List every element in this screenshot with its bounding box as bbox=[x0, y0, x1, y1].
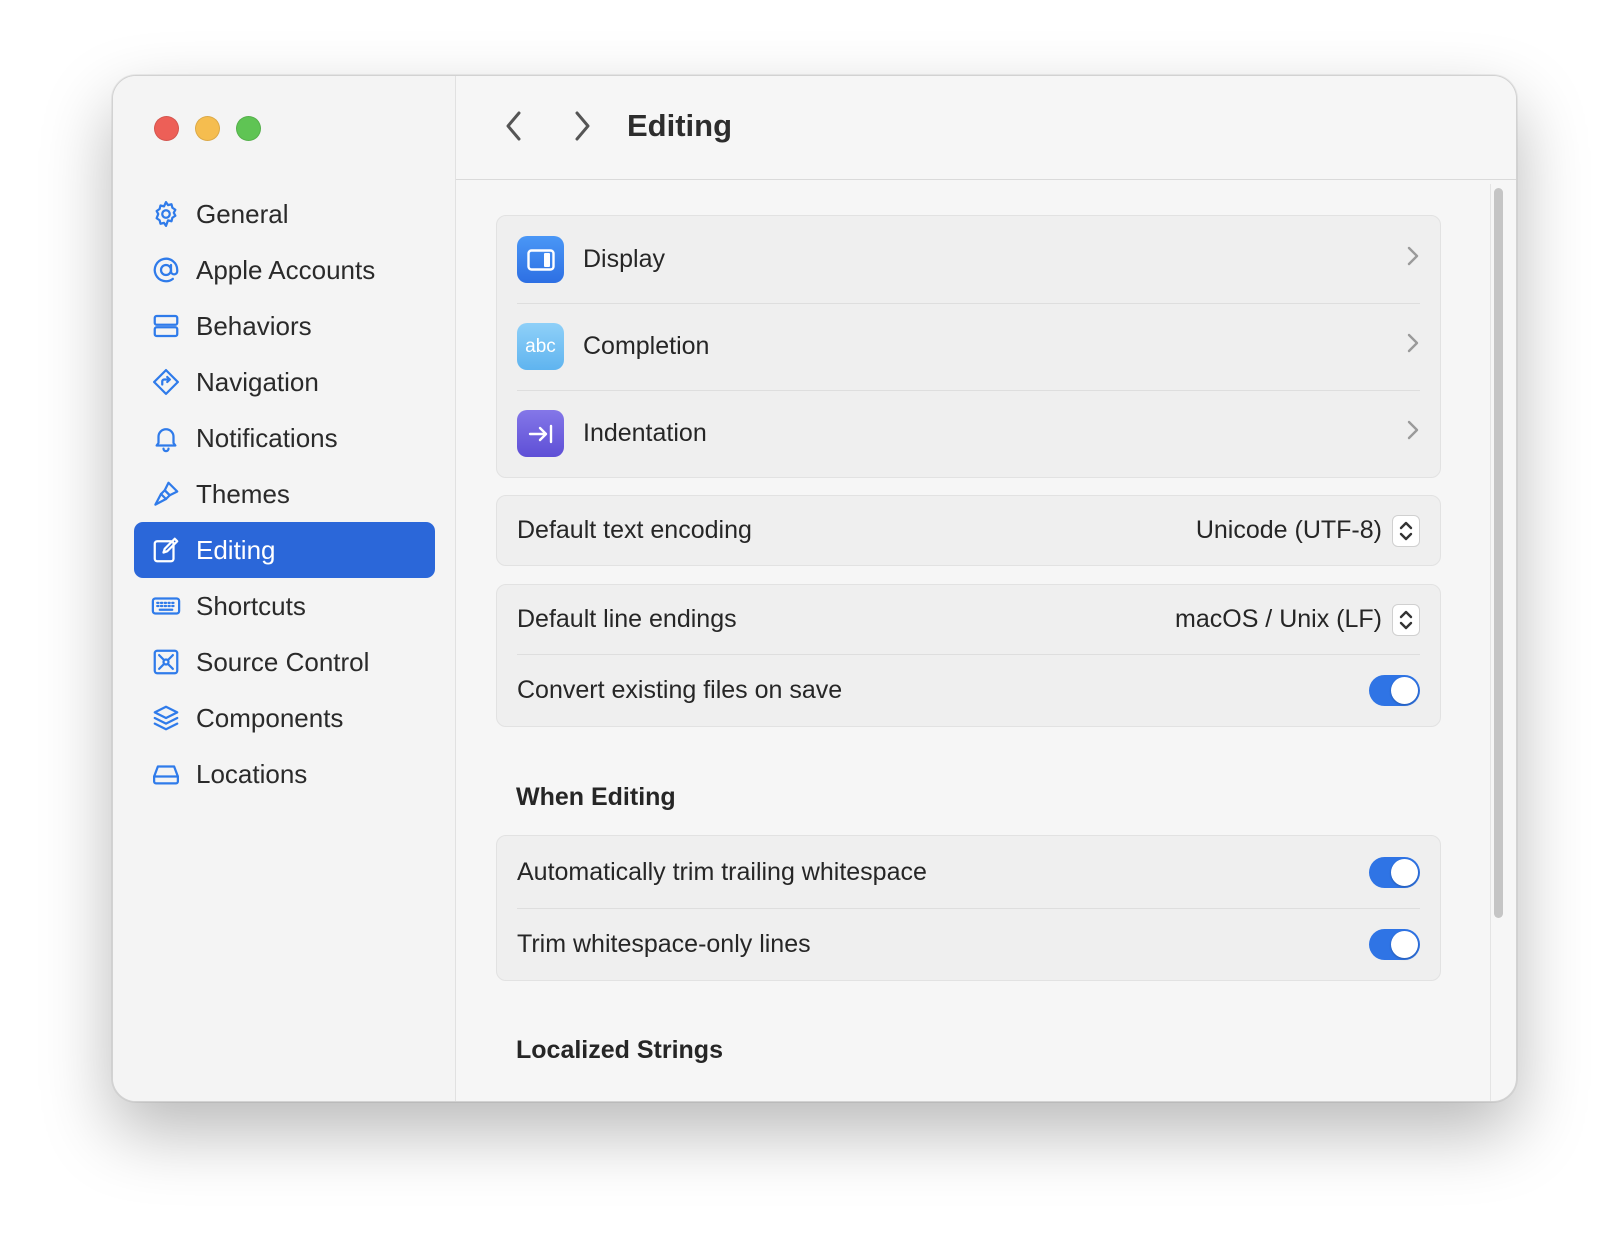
drive-icon bbox=[150, 758, 182, 790]
sidebar-item-source-control[interactable]: Source Control bbox=[134, 634, 435, 690]
sidebar-item-apple-accounts[interactable]: Apple Accounts bbox=[134, 242, 435, 298]
line-endings-group: Default line endings macOS / Unix (LF) C… bbox=[496, 584, 1441, 727]
sidebar-item-label: Navigation bbox=[196, 366, 319, 397]
convert-files-row: Convert existing files on save bbox=[497, 654, 1440, 726]
traffic-lights bbox=[154, 116, 261, 141]
convert-files-toggle[interactable] bbox=[1369, 674, 1420, 706]
encoding-row: Default text encoding Unicode (UTF-8) bbox=[497, 496, 1440, 565]
up-down-chevron-icon bbox=[1392, 514, 1420, 547]
completion-label: Completion bbox=[583, 332, 710, 360]
sidebar-item-themes[interactable]: Themes bbox=[134, 466, 435, 522]
up-down-chevron-icon bbox=[1392, 603, 1420, 636]
trim-trailing-label: Automatically trim trailing whitespace bbox=[517, 857, 927, 886]
editing-subpages-group: Display abc Completion Indentation bbox=[496, 215, 1441, 478]
sidebar-item-label: Components bbox=[196, 702, 344, 733]
sidebar-item-behaviors[interactable]: Behaviors bbox=[134, 298, 435, 354]
display-label: Display bbox=[583, 245, 665, 273]
sidebar-item-label: Editing bbox=[196, 534, 276, 565]
keyboard-icon bbox=[150, 590, 182, 622]
chevron-right-icon bbox=[575, 111, 590, 141]
encoding-value: Unicode (UTF-8) bbox=[1195, 516, 1382, 544]
edit-icon bbox=[150, 534, 182, 566]
vertical-scrollbar[interactable] bbox=[1490, 184, 1504, 1101]
back-button[interactable] bbox=[496, 106, 532, 146]
source-control-icon bbox=[150, 646, 182, 678]
when-editing-heading: When Editing bbox=[516, 783, 676, 811]
zoom-window-button[interactable] bbox=[236, 116, 261, 141]
forward-button[interactable] bbox=[564, 106, 600, 146]
trim-trailing-toggle[interactable] bbox=[1369, 856, 1420, 888]
encoding-group: Default text encoding Unicode (UTF-8) bbox=[496, 495, 1441, 566]
trim-lines-label: Trim whitespace-only lines bbox=[517, 929, 811, 958]
minimize-window-button[interactable] bbox=[195, 116, 220, 141]
navigation-icon bbox=[150, 366, 182, 398]
display-row[interactable]: Display bbox=[497, 216, 1440, 303]
layers-icon bbox=[150, 702, 182, 734]
trim-lines-row: Trim whitespace-only lines bbox=[497, 908, 1440, 980]
bell-icon bbox=[150, 422, 182, 454]
close-window-button[interactable] bbox=[154, 116, 179, 141]
sidebar-item-editing[interactable]: Editing bbox=[134, 522, 435, 578]
chevron-right-icon bbox=[1406, 419, 1420, 448]
completion-icon: abc bbox=[517, 323, 564, 370]
when-editing-group: Automatically trim trailing whitespace T… bbox=[496, 835, 1441, 981]
sidebar-item-label: Notifications bbox=[196, 422, 338, 453]
at-icon bbox=[150, 254, 182, 286]
paintbrush-icon bbox=[150, 478, 182, 510]
sidebar-item-label: Apple Accounts bbox=[196, 254, 376, 285]
sidebar-item-locations[interactable]: Locations bbox=[134, 746, 435, 802]
indentation-icon bbox=[517, 410, 564, 457]
sidebar-item-notifications[interactable]: Notifications bbox=[134, 410, 435, 466]
indentation-label: Indentation bbox=[583, 419, 707, 447]
line-endings-row: Default line endings macOS / Unix (LF) bbox=[497, 585, 1440, 654]
gear-icon bbox=[150, 198, 182, 230]
sidebar: General Apple Accounts Behaviors Navigat… bbox=[113, 76, 456, 1101]
behaviors-icon bbox=[150, 310, 182, 342]
sidebar-item-label: Behaviors bbox=[196, 310, 312, 341]
settings-content[interactable]: Display abc Completion Indentation Defau… bbox=[456, 181, 1488, 1101]
indentation-row[interactable]: Indentation bbox=[497, 390, 1440, 477]
completion-row[interactable]: abc Completion bbox=[497, 303, 1440, 390]
sidebar-item-shortcuts[interactable]: Shortcuts bbox=[134, 578, 435, 634]
scroll-thumb[interactable] bbox=[1494, 188, 1503, 918]
sidebar-item-label: Themes bbox=[196, 478, 290, 509]
sidebar-item-label: General bbox=[196, 198, 289, 229]
chevron-right-icon bbox=[1406, 245, 1420, 274]
sidebar-item-label: Locations bbox=[196, 758, 308, 789]
sidebar-item-general[interactable]: General bbox=[134, 186, 435, 242]
encoding-popup[interactable]: Unicode (UTF-8) bbox=[1195, 514, 1420, 547]
toolbar: Editing bbox=[456, 76, 1516, 180]
line-endings-value: macOS / Unix (LF) bbox=[1175, 605, 1382, 633]
trim-trailing-row: Automatically trim trailing whitespace bbox=[497, 836, 1440, 908]
chevron-right-icon bbox=[1406, 332, 1420, 361]
display-icon bbox=[517, 236, 564, 283]
line-endings-label: Default line endings bbox=[517, 605, 737, 633]
sidebar-nav: General Apple Accounts Behaviors Navigat… bbox=[134, 186, 435, 802]
chevron-left-icon bbox=[506, 111, 521, 141]
main-pane: Editing Display abc Completion Indentati… bbox=[456, 76, 1516, 1101]
sidebar-item-components[interactable]: Components bbox=[134, 690, 435, 746]
trim-lines-toggle[interactable] bbox=[1369, 928, 1420, 960]
convert-files-label: Convert existing files on save bbox=[517, 675, 843, 704]
sidebar-item-label: Shortcuts bbox=[196, 590, 306, 621]
settings-window: General Apple Accounts Behaviors Navigat… bbox=[112, 75, 1517, 1102]
line-endings-popup[interactable]: macOS / Unix (LF) bbox=[1175, 603, 1420, 636]
localized-strings-heading: Localized Strings bbox=[516, 1036, 723, 1064]
encoding-label: Default text encoding bbox=[517, 516, 752, 544]
sidebar-item-navigation[interactable]: Navigation bbox=[134, 354, 435, 410]
page-title: Editing bbox=[627, 108, 733, 143]
sidebar-item-label: Source Control bbox=[196, 646, 370, 677]
